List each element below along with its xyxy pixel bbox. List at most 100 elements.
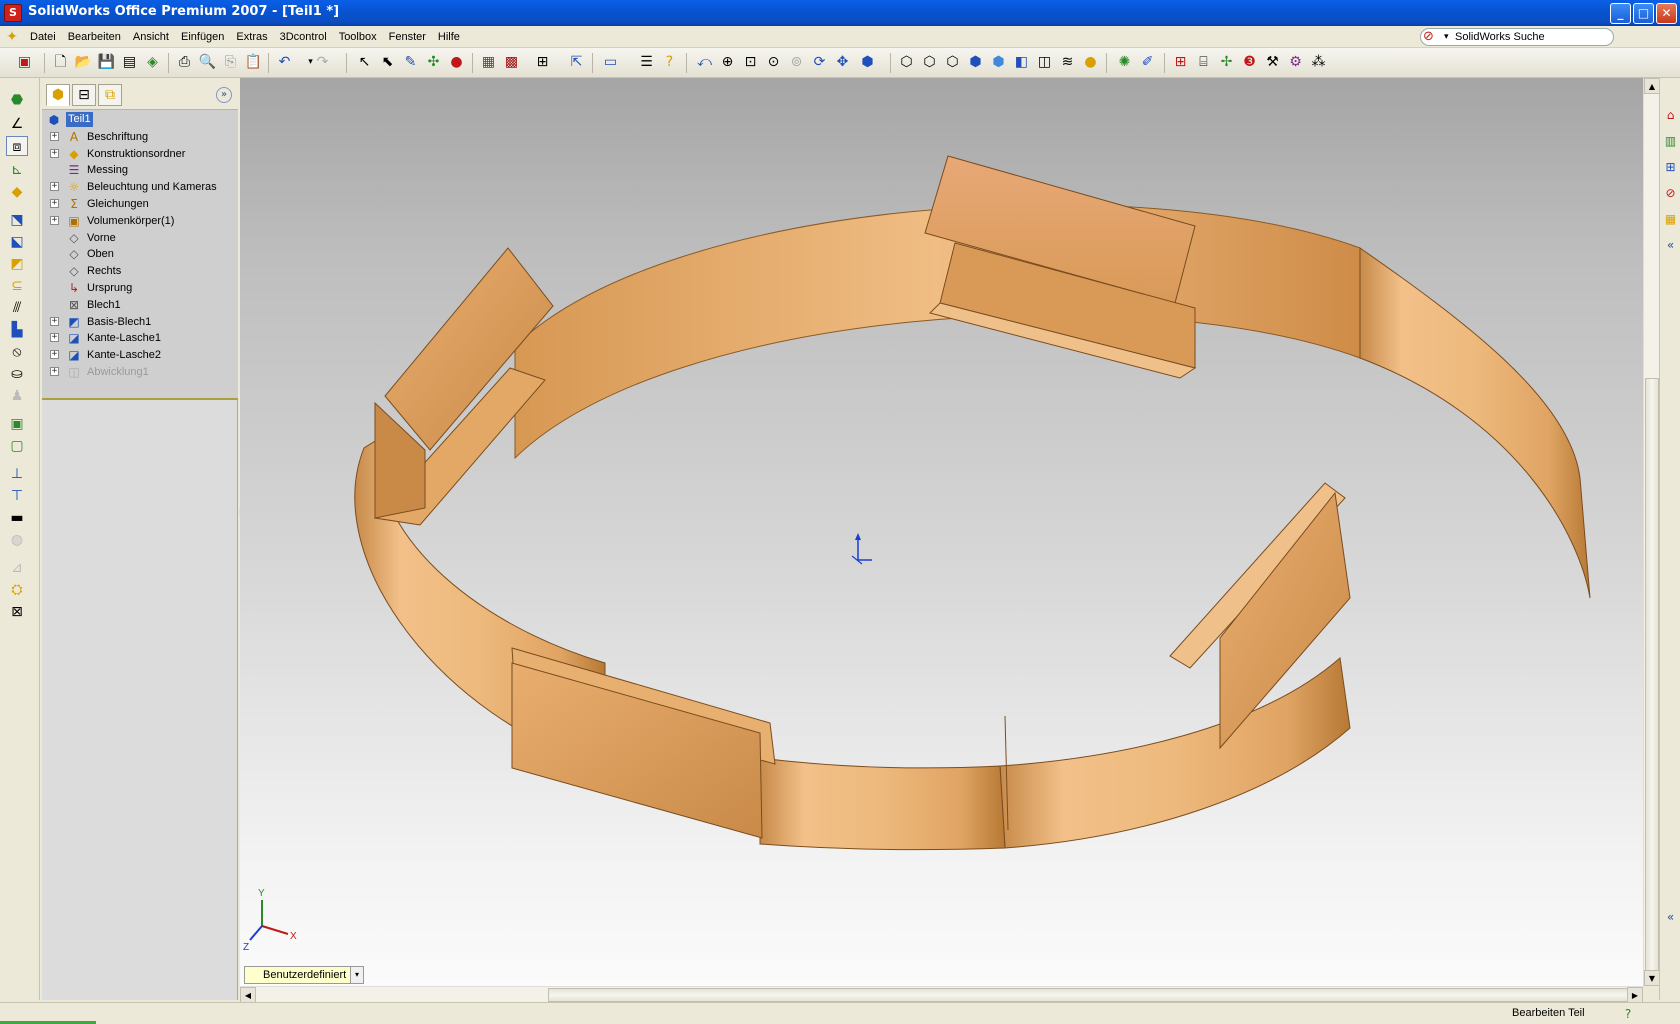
menu-3dcontrol[interactable]: 3Dcontrol [274,29,333,45]
unfold-icon[interactable]: ▣ [6,414,28,434]
tree-item-messing[interactable]: ☰ Messing [42,161,238,179]
tree-item-konstruktionsordner[interactable]: + ◆ Konstruktionsordner [42,145,238,163]
measure-icon[interactable]: ⊞ [1170,52,1191,73]
select-icon[interactable]: ↖ [354,52,375,73]
vertical-scroll-thumb[interactable] [1645,378,1659,976]
rebuild-icon[interactable]: ▣ [14,52,35,73]
menu-einf-gen[interactable]: Einfügen [175,29,230,45]
horizontal-scrollbar[interactable]: ◀ ▶ [240,986,1643,1003]
sketched-bend-icon[interactable]: ▙ [6,320,28,340]
tree-item-volumenk-rper-1[interactable]: + ▣ Volumenkörper(1) [42,212,238,230]
zoom-to-fit-icon[interactable]: ⊕ [717,52,738,73]
properties-icon[interactable]: ▤ [119,52,140,73]
expand-plus-icon[interactable]: + [50,367,59,376]
maximize-button[interactable]: □ [1633,3,1654,24]
realview-icon[interactable]: ● [1080,52,1101,73]
section-view-icon[interactable]: ◫ [1034,52,1055,73]
menu-ansicht[interactable]: Ansicht [127,29,175,45]
solidworks-logo-icon[interactable]: ✦ [3,28,21,46]
scroll-left-icon[interactable]: ◀ [240,987,256,1003]
wireframe-icon[interactable]: ⬡ [896,52,917,73]
help-icon[interactable]: ? [659,52,680,73]
routing-icon[interactable]: ⁂ [1308,52,1329,73]
menu-hilfe[interactable]: Hilfe [432,29,466,45]
simple-hole-icon[interactable]: ⊠ [6,602,28,622]
tree-item-ursprung[interactable]: ↳ Ursprung [42,279,238,297]
lofted-bend-icon[interactable]: ♟ [6,386,28,406]
copy-icon[interactable]: ⎘ [220,52,241,73]
shaded-with-edges-icon[interactable]: ⬢ [965,52,986,73]
jog-icon[interactable]: ⫻ [6,298,28,318]
rotate-icon[interactable]: ⟳ [809,52,830,73]
search-icon[interactable]: ⊘ [1423,29,1439,45]
menu-extras[interactable]: Extras [230,29,273,45]
rip-icon[interactable]: ▬ [6,508,28,528]
toolbox-icon[interactable]: ⚒ [1262,52,1283,73]
horizontal-scroll-thumb[interactable] [548,988,1632,1002]
solidworks-search-input[interactable]: SolidWorks Suche [1420,28,1614,46]
hidden-lines-removed-icon[interactable]: ⬡ [942,52,963,73]
expand-panel-icon[interactable]: » [216,87,232,103]
tree-item-abwicklung1[interactable]: + ◫ Abwicklung1 [42,363,238,381]
tree-item-gleichungen[interactable]: + Σ Gleichungen [42,195,238,213]
layout-icon[interactable]: ⊞ [532,52,553,73]
curvature-icon[interactable]: ≋ [1057,52,1078,73]
convert-to-sheet-metal-icon[interactable]: ⊿ [6,558,28,578]
help-question-icon[interactable]: ? [1620,1006,1636,1022]
vertical-scrollbar[interactable]: ▲ ▼ [1643,78,1660,986]
edge-flange-tool-icon[interactable]: ⬕ [6,232,28,252]
select-filter-icon[interactable]: ⬉ [377,52,398,73]
scroll-right-icon[interactable]: ▶ [1627,987,1643,1003]
minimize-button[interactable]: _ [1610,3,1631,24]
3d-icon[interactable]: ❸ [1239,52,1260,73]
tree-item-oben[interactable]: ◇ Oben [42,245,238,263]
standard-views-icon[interactable]: ⬢ [857,52,878,73]
forming-tool-icon[interactable]: ⛀ [6,364,28,384]
open-icon[interactable]: 📂 [73,52,94,73]
print-preview-icon[interactable]: 🔍 [197,52,218,73]
undo-icon[interactable]: ↶ [274,52,295,73]
sheet-metal-tools-icon[interactable]: ⧈ [6,136,28,156]
wall-icon[interactable]: ▩ [501,52,522,73]
tree-item-beleuchtung-und-kameras[interactable]: + ☼ Beleuchtung und Kameras [42,178,238,196]
zoom-to-area-icon[interactable]: ⊡ [740,52,761,73]
closed-corner-icon[interactable]: ⦸ [6,342,28,362]
menu-datei[interactable]: Datei [24,29,62,45]
scroll-down-icon[interactable]: ▼ [1644,970,1660,986]
scroll-up-icon[interactable]: ▲ [1644,78,1660,94]
extruded-cut-icon[interactable]: ⛭ [6,580,28,600]
window-layout-icon[interactable]: ▭ [600,52,621,73]
menu-bearbeiten[interactable]: Bearbeiten [62,29,127,45]
expand-plus-icon[interactable]: + [50,148,59,158]
expand-plus-icon[interactable]: + [50,333,59,343]
options-icon[interactable]: ☰ [636,52,657,73]
make-drawing-icon[interactable]: ◈ [142,52,163,73]
previous-view-icon[interactable]: ⤺ [694,52,715,73]
tree-item-kante-lasche2[interactable]: + ◪ Kante-Lasche2 [42,346,238,364]
smart-dimension-icon[interactable]: ✣ [423,52,444,73]
tree-item-kante-lasche1[interactable]: + ◪ Kante-Lasche1 [42,329,238,347]
collapse-task-pane-icon[interactable]: « [1662,236,1679,254]
menu-fenster[interactable]: Fenster [383,29,432,45]
search-dropdown-icon[interactable]: ▾ [1444,29,1449,45]
expand-plus-icon[interactable]: + [50,182,59,192]
tree-item-blech1[interactable]: ⊠ Blech1 [42,296,238,314]
reference-geometry-icon[interactable]: ◆ [6,182,28,202]
camera-icon[interactable]: ⌸ [1193,52,1214,73]
solidworks-resources-icon[interactable]: ⌂ [1662,106,1679,124]
feature-tree-tab-icon[interactable]: ⬢ [46,84,70,106]
tree-item-teil1[interactable]: ⬢ Teil1 [42,111,238,129]
snap-icon[interactable]: ⇱ [566,52,587,73]
property-manager-tab-icon[interactable]: ⊟ [72,84,96,106]
hidden-lines-visible-icon[interactable]: ⬡ [919,52,940,73]
expand-plus-icon[interactable]: + [50,131,59,141]
solidworks-app-icon[interactable]: S [4,4,22,22]
search-results-icon[interactable]: ⊘ [1662,184,1679,202]
simulation-icon[interactable]: ⚙ [1285,52,1306,73]
expand-plus-icon[interactable]: + [50,199,59,208]
features-icon[interactable]: ⬣ [6,90,28,110]
save-icon[interactable]: 💾 [96,52,117,73]
photoworks-icon[interactable]: ✺ [1114,52,1135,73]
no-bends-icon[interactable]: ⊤ [6,486,28,506]
expand-plus-icon[interactable]: + [50,215,59,225]
